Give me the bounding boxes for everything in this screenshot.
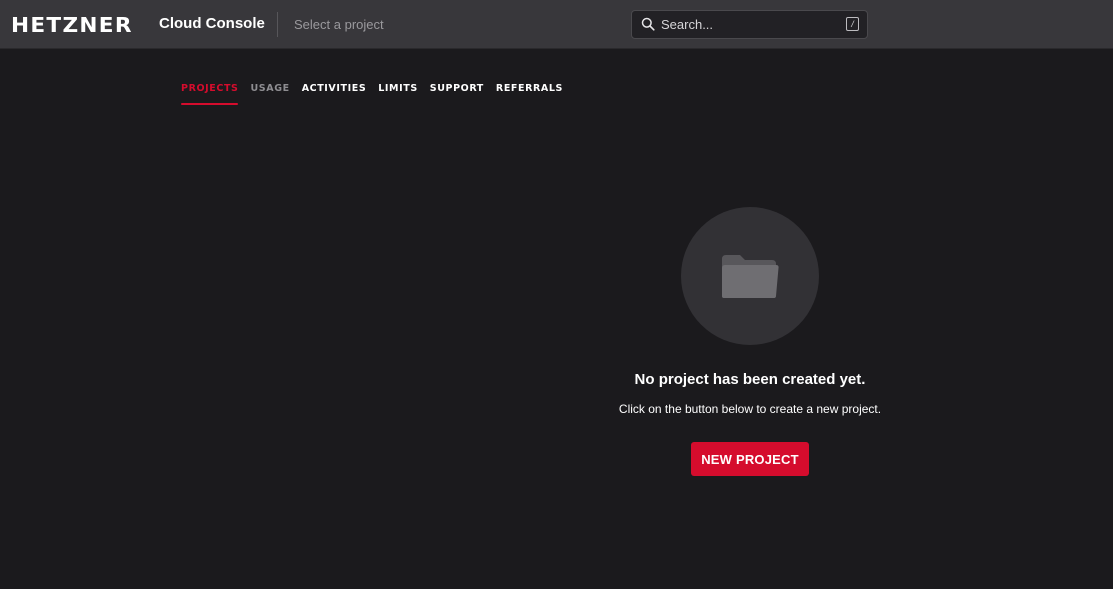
new-project-button[interactable]: NEW PROJECT — [691, 442, 809, 476]
search-box[interactable]: / — [631, 10, 868, 39]
main-tabs: PROJECTS USAGE ACTIVITIES LIMITS SUPPORT… — [181, 83, 563, 105]
search-shortcut-key: / — [846, 17, 859, 31]
tab-usage[interactable]: USAGE — [250, 83, 289, 105]
tab-support[interactable]: SUPPORT — [430, 83, 484, 105]
project-selector[interactable]: Select a project — [294, 17, 384, 33]
tab-limits[interactable]: LIMITS — [378, 83, 418, 105]
folder-icon — [722, 255, 779, 298]
header-divider — [277, 12, 278, 37]
app-name: Cloud Console — [159, 15, 265, 32]
search-icon — [641, 17, 655, 31]
empty-state-illustration — [681, 207, 819, 345]
empty-state-title: No project has been created yet. — [634, 371, 866, 388]
tab-activities[interactable]: ACTIVITIES — [302, 83, 367, 105]
top-bar: HETZNER Cloud Console Select a project / — [0, 0, 1113, 49]
hetzner-logo[interactable]: HETZNER — [11, 13, 133, 37]
tab-projects[interactable]: PROJECTS — [181, 83, 239, 105]
tab-referrals[interactable]: REFERRALS — [496, 83, 563, 105]
empty-state-description: Click on the button below to create a ne… — [618, 402, 882, 416]
search-input[interactable] — [661, 15, 831, 34]
